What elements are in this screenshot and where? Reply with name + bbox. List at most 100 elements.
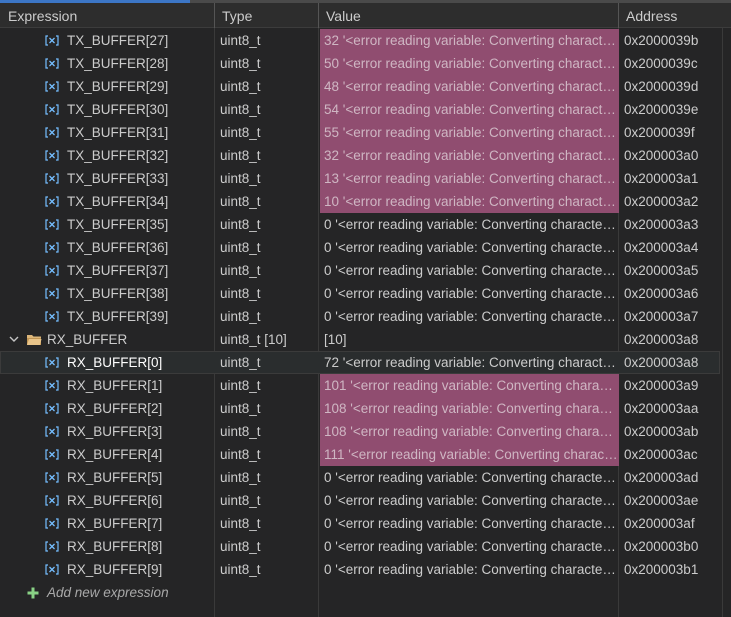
expression-cell: TX_BUFFER[32] bbox=[0, 144, 214, 167]
variable-icon bbox=[45, 449, 59, 460]
expression-cell: TX_BUFFER[29] bbox=[0, 75, 214, 98]
expression-name: TX_BUFFER[31] bbox=[67, 125, 169, 140]
address-cell: 0x200003a1 bbox=[624, 171, 699, 186]
variable-icon bbox=[45, 426, 59, 437]
table-row[interactable]: TX_BUFFER[37] uint8_t 0 '<error reading va… bbox=[0, 259, 720, 282]
table-row[interactable]: RX_BUFFER[4] uint8_t 111 '<error reading v… bbox=[0, 443, 720, 466]
table-row[interactable]: RX_BUFFER[2] uint8_t 108 '<error reading v… bbox=[0, 397, 720, 420]
value-cell[interactable]: 72 '<error reading variable: Converting … bbox=[320, 351, 619, 374]
table-row[interactable]: TX_BUFFER[39] uint8_t 0 '<error reading va… bbox=[0, 305, 720, 328]
expression-name: TX_BUFFER[39] bbox=[67, 309, 169, 324]
table-row[interactable]: TX_BUFFER[35] uint8_t 0 '<error reading va… bbox=[0, 213, 720, 236]
table-row[interactable]: RX_BUFFER[9] uint8_t 0 '<error reading var… bbox=[0, 558, 720, 581]
changed-value-cell[interactable]: 10 '<error reading variable: Converting … bbox=[320, 190, 619, 213]
header-type[interactable]: Type bbox=[214, 3, 318, 28]
table-row[interactable]: RX_BUFFER[3] uint8_t 108 '<error reading v… bbox=[0, 420, 720, 443]
table-row[interactable]: RX_BUFFER[0] uint8_t 72 '<error reading va… bbox=[0, 351, 720, 374]
changed-value-cell[interactable]: 108 '<error reading variable: Converting… bbox=[320, 420, 619, 443]
expression-name: TX_BUFFER[32] bbox=[67, 148, 169, 163]
value-cell[interactable]: 0 '<error reading variable: Converting c… bbox=[320, 236, 619, 259]
value-cell[interactable]: 0 '<error reading variable: Converting c… bbox=[320, 259, 619, 282]
address-cell: 0x200003a8 bbox=[624, 332, 699, 347]
address-cell: 0x200003ac bbox=[624, 447, 698, 462]
add-expression-label[interactable]: Add new expression bbox=[47, 581, 169, 605]
expressions-view: Expression Type Value Address TX_BUFFER[… bbox=[0, 0, 731, 617]
table-row[interactable]: TX_BUFFER[36] uint8_t 0 '<error reading va… bbox=[0, 236, 720, 259]
table-row[interactable]: TX_BUFFER[38] uint8_t 0 '<error reading va… bbox=[0, 282, 720, 305]
table-row[interactable]: TX_BUFFER[29] uint8_t 48 '<error reading v… bbox=[0, 75, 720, 98]
expression-name: RX_BUFFER[8] bbox=[67, 539, 163, 554]
add-expression-row[interactable]: Add new expression bbox=[0, 581, 720, 605]
expression-cell: RX_BUFFER bbox=[0, 328, 214, 351]
changed-value-cell[interactable]: 55 '<error reading variable: Converting … bbox=[320, 121, 619, 144]
changed-value-cell[interactable]: 48 '<error reading variable: Converting … bbox=[320, 75, 619, 98]
table-row[interactable]: TX_BUFFER[30] uint8_t 54 '<error reading v… bbox=[0, 98, 720, 121]
table-row[interactable]: RX_BUFFER[1] uint8_t 101 '<error reading v… bbox=[0, 374, 720, 397]
changed-value-cell[interactable]: 13 '<error reading variable: Converting … bbox=[320, 167, 619, 190]
changed-value-cell[interactable]: 54 '<error reading variable: Converting … bbox=[320, 98, 619, 121]
table-row[interactable]: RX_BUFFER[7] uint8_t 0 '<error reading var… bbox=[0, 512, 720, 535]
table-row[interactable]: TX_BUFFER[32] uint8_t 32 '<error reading v… bbox=[0, 144, 720, 167]
expression-cell: RX_BUFFER[5] bbox=[0, 466, 214, 489]
value-cell[interactable]: 0 '<error reading variable: Converting c… bbox=[320, 535, 619, 558]
address-cell: 0x200003b1 bbox=[624, 562, 699, 577]
variable-icon bbox=[45, 288, 59, 299]
type-cell: uint8_t bbox=[220, 562, 261, 577]
chevron-down-icon[interactable] bbox=[8, 333, 20, 345]
address-cell: 0x200003ae bbox=[624, 493, 699, 508]
header-address[interactable]: Address bbox=[618, 3, 722, 28]
type-cell: uint8_t bbox=[220, 102, 261, 117]
value-cell[interactable]: 0 '<error reading variable: Converting c… bbox=[320, 489, 619, 512]
type-cell: uint8_t bbox=[220, 194, 261, 209]
value-cell[interactable]: 0 '<error reading variable: Converting c… bbox=[320, 282, 619, 305]
rx-buffer-group-row[interactable]: RX_BUFFER uint8_t [10] [10] 0x200003a8 bbox=[0, 328, 720, 351]
type-cell: uint8_t bbox=[220, 516, 261, 531]
changed-value-cell[interactable]: 50 '<error reading variable: Converting … bbox=[320, 52, 619, 75]
variable-icon bbox=[45, 58, 59, 69]
table-row[interactable]: TX_BUFFER[31] uint8_t 55 '<error reading v… bbox=[0, 121, 720, 144]
expression-name: RX_BUFFER bbox=[47, 332, 128, 347]
plus-icon[interactable] bbox=[27, 587, 39, 599]
expression-cell: RX_BUFFER[9] bbox=[0, 558, 214, 581]
address-cell: 0x200003a9 bbox=[624, 378, 699, 393]
expression-cell: RX_BUFFER[7] bbox=[0, 512, 214, 535]
type-cell: uint8_t bbox=[220, 470, 261, 485]
table-row[interactable]: TX_BUFFER[34] uint8_t 10 '<error reading v… bbox=[0, 190, 720, 213]
expression-cell: TX_BUFFER[35] bbox=[0, 213, 214, 236]
type-cell: uint8_t [10] bbox=[220, 332, 287, 347]
expression-name: TX_BUFFER[30] bbox=[67, 102, 169, 117]
value-cell[interactable]: 0 '<error reading variable: Converting c… bbox=[320, 466, 619, 489]
expression-cell: TX_BUFFER[36] bbox=[0, 236, 214, 259]
value-cell[interactable]: 0 '<error reading variable: Converting c… bbox=[320, 512, 619, 535]
address-cell: 0x2000039d bbox=[624, 79, 699, 94]
table-row[interactable]: TX_BUFFER[27] uint8_t 32 '<error reading v… bbox=[0, 29, 720, 52]
table-row[interactable]: RX_BUFFER[8] uint8_t 0 '<error reading var… bbox=[0, 535, 720, 558]
expression-name: TX_BUFFER[38] bbox=[67, 286, 169, 301]
value-cell[interactable]: 0 '<error reading variable: Converting c… bbox=[320, 558, 619, 581]
expression-name: TX_BUFFER[35] bbox=[67, 217, 169, 232]
value-cell[interactable]: [10] bbox=[320, 328, 619, 351]
type-cell: uint8_t bbox=[220, 286, 261, 301]
type-cell: uint8_t bbox=[220, 309, 261, 324]
table-row[interactable]: RX_BUFFER[5] uint8_t 0 '<error reading var… bbox=[0, 466, 720, 489]
changed-value-cell[interactable]: 101 '<error reading variable: Converting… bbox=[320, 374, 619, 397]
changed-value-cell[interactable]: 111 '<error reading variable: Converting… bbox=[320, 443, 619, 466]
address-cell: 0x200003a6 bbox=[624, 286, 699, 301]
header-value[interactable]: Value bbox=[318, 3, 618, 28]
expression-name: RX_BUFFER[0] bbox=[67, 355, 163, 370]
expression-cell: TX_BUFFER[39] bbox=[0, 305, 214, 328]
expression-name: TX_BUFFER[27] bbox=[67, 33, 169, 48]
value-cell[interactable]: 0 '<error reading variable: Converting c… bbox=[320, 305, 619, 328]
changed-value-cell[interactable]: 32 '<error reading variable: Converting … bbox=[320, 144, 619, 167]
table-row[interactable]: TX_BUFFER[33] uint8_t 13 '<error reading v… bbox=[0, 167, 720, 190]
address-cell: 0x2000039e bbox=[624, 102, 699, 117]
header-expression[interactable]: Expression bbox=[0, 3, 214, 28]
changed-value-cell[interactable]: 108 '<error reading variable: Converting… bbox=[320, 397, 619, 420]
table-row[interactable]: RX_BUFFER[6] uint8_t 0 '<error reading var… bbox=[0, 489, 720, 512]
changed-value-cell[interactable]: 32 '<error reading variable: Converting … bbox=[320, 29, 619, 52]
type-cell: uint8_t bbox=[220, 56, 261, 71]
table-row[interactable]: TX_BUFFER[28] uint8_t 50 '<error reading v… bbox=[0, 52, 720, 75]
expression-cell: RX_BUFFER[8] bbox=[0, 535, 214, 558]
value-cell[interactable]: 0 '<error reading variable: Converting c… bbox=[320, 213, 619, 236]
address-cell: 0x200003af bbox=[624, 516, 695, 531]
